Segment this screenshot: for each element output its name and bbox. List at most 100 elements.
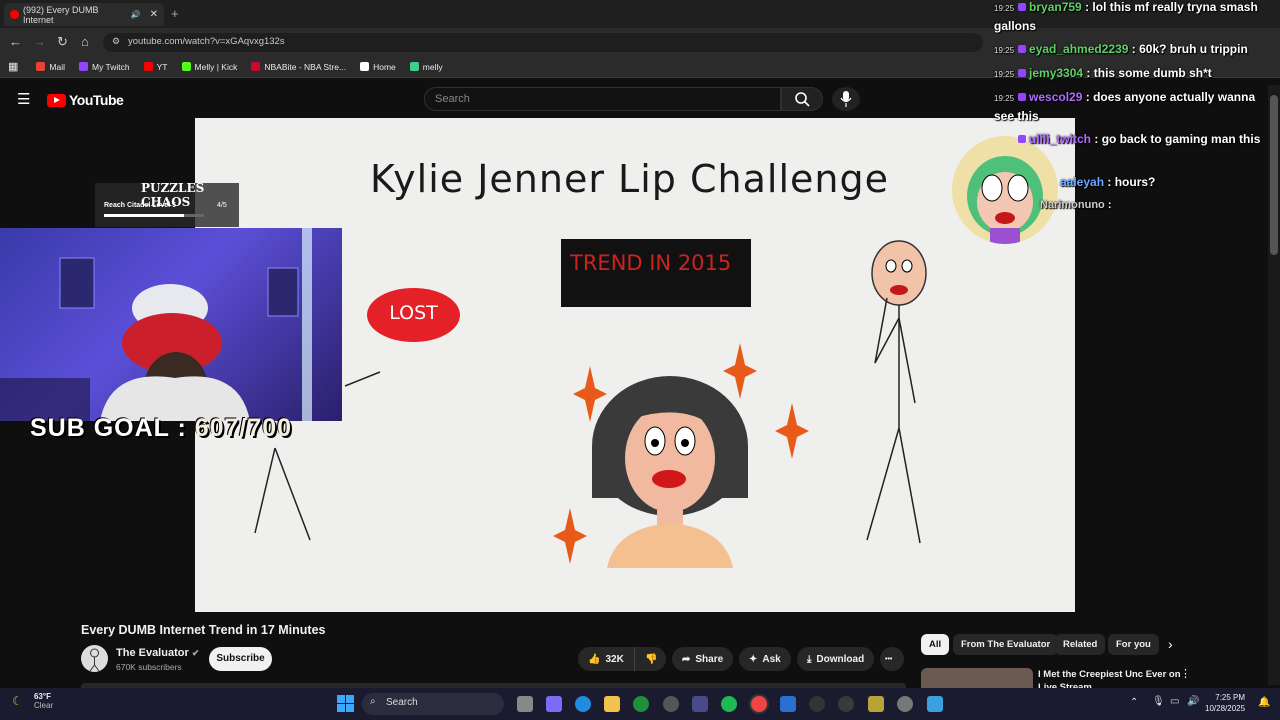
chat-text: : does anyone actually wanna [1085, 90, 1256, 104]
ask-button[interactable]: ✦ Ask [739, 647, 791, 671]
kick-icon [181, 62, 191, 71]
volume-icon[interactable]: 🔊 [1187, 696, 1199, 707]
subscribe-button[interactable]: Subscribe [209, 647, 272, 671]
dislike-button[interactable]: 👎 [634, 647, 666, 671]
bookmark-kick[interactable]: Melly | Kick [181, 61, 238, 72]
chip-from-channel[interactable]: From The Evaluator [953, 634, 1059, 655]
chevron-right-icon[interactable]: › [1168, 636, 1173, 652]
reload-icon[interactable]: ↻ [57, 34, 68, 50]
store-icon[interactable] [692, 696, 708, 712]
badge-icon [1018, 45, 1027, 53]
video-title: Every DUMB Internet Trend in 17 Minutes [81, 623, 326, 637]
xbox-icon[interactable] [633, 696, 649, 712]
search-input[interactable]: Search [424, 87, 781, 111]
x-icon [360, 62, 370, 71]
channel-name[interactable]: The Evaluator ✔ [116, 647, 199, 659]
chip-all[interactable]: All [921, 634, 950, 655]
chat-message: 19:25 eyad_ahmed2239 : 60k? bruh u trippi… [994, 42, 1248, 56]
bookmark-my-twitch[interactable]: My Twitch [79, 62, 130, 72]
puzzle-widget: PUZZLES CHAOS Reach Citadel Level 5 4/5 [95, 181, 239, 227]
windows-logo-pane [337, 695, 345, 703]
app-icon[interactable] [927, 696, 943, 712]
bookmark-label: Melly | Kick [194, 61, 238, 72]
forward-icon[interactable]: → [33, 34, 46, 49]
chrome-icon[interactable] [751, 696, 767, 712]
bookmark-nbabite[interactable]: NBABite - NBA Stre... [251, 62, 346, 72]
emote-sticker [952, 136, 1058, 244]
spotify-icon[interactable] [721, 696, 737, 712]
notification-icon[interactable]: 🔔 [1258, 697, 1270, 708]
back-icon[interactable]: ← [9, 34, 22, 49]
like-button[interactable]: 👍 32K [578, 647, 634, 671]
obs-icon[interactable] [809, 696, 825, 712]
audio-icon[interactable]: 🔊 [131, 10, 141, 19]
chat-user: ulili_twitch [1029, 132, 1092, 146]
edge-icon[interactable] [575, 696, 591, 712]
site-info-icon[interactable]: ⚙ [112, 36, 120, 47]
chat-message-continued: gallons [994, 19, 1036, 33]
badge-icon [1018, 93, 1027, 101]
tray-chevron-icon[interactable]: ⌃ [1130, 697, 1138, 708]
copilot-icon[interactable] [546, 696, 562, 712]
home-icon[interactable]: ⌂ [81, 34, 89, 49]
network-icon[interactable]: ▭ [1170, 696, 1179, 707]
scrollbar-thumb[interactable] [1270, 95, 1278, 255]
chat-time: 19:25 [994, 4, 1015, 13]
sticker-face-image [967, 156, 1043, 244]
weather-moon-icon: ☾ [12, 694, 23, 708]
chip-for-you[interactable]: For you [1108, 634, 1159, 655]
voice-search-button[interactable] [832, 87, 860, 111]
download-label: Download [816, 653, 865, 665]
chat-message: aaleyah : hours? [1060, 175, 1155, 189]
chip-related[interactable]: Related [1055, 634, 1106, 655]
bookmark-melly[interactable]: melly [409, 62, 443, 72]
share-icon: ➦ [682, 653, 691, 665]
bookmark-yt[interactable]: YT [143, 61, 168, 72]
recommended-thumbnail[interactable] [921, 668, 1033, 688]
chat-text: : lol this mf really tryna smash [1085, 0, 1258, 14]
url-field[interactable]: ⚙ youtube.com/watch?v=xGAqvxg132s [103, 33, 983, 52]
tab-close-icon[interactable]: ✕ [150, 9, 158, 20]
more-actions-button[interactable]: ••• [880, 647, 904, 671]
share-button[interactable]: ➦ Share [672, 647, 734, 671]
photos-icon[interactable] [780, 696, 796, 712]
download-button[interactable]: ⤓ Download [797, 647, 875, 671]
youtube-logo[interactable]: YouTube [47, 92, 124, 108]
search-button[interactable] [781, 87, 823, 111]
bookmark-mail[interactable]: Mail [36, 62, 65, 72]
chat-time: 19:25 [994, 70, 1015, 79]
app-icon[interactable] [868, 696, 884, 712]
download-icon: ⤓ [807, 653, 812, 665]
recommended-menu-icon[interactable]: ⋮ [1180, 667, 1191, 680]
bookmark-home[interactable]: Home [360, 62, 396, 72]
taskbar-clock[interactable]: 7:25 PM 10/28/2025 [1205, 692, 1245, 714]
windows-logo-pane [337, 704, 345, 712]
steam-icon[interactable] [663, 696, 679, 712]
chat-message: 19:25 wescol29 : does anyone actually wan… [994, 90, 1255, 104]
melly-icon [409, 62, 419, 71]
file-explorer-icon[interactable] [604, 696, 620, 712]
hamburger-menu-icon[interactable]: ☰ [17, 90, 30, 108]
chat-text: see this [994, 109, 1039, 123]
webcam-image [0, 228, 312, 421]
page-scrollbar[interactable] [1268, 85, 1280, 685]
app-icon[interactable] [838, 696, 854, 712]
task-view-icon[interactable] [517, 696, 533, 712]
chat-time: 19:25 [994, 46, 1015, 55]
new-tab-button[interactable]: + [171, 6, 179, 21]
channel-avatar[interactable] [81, 645, 108, 672]
microphone-tray-icon[interactable]: 🎙 [1152, 696, 1165, 707]
thumbs-down-icon: 👎 [645, 653, 658, 665]
chat-message: 19:25 bryan759 : lol this mf really tryna… [994, 0, 1258, 14]
weather-widget[interactable]: ☾ 63°F Clear [12, 692, 53, 710]
puzzle-progress-text: 4/5 [217, 202, 227, 209]
slide-title: Kylie Jenner Lip Challenge [370, 157, 889, 201]
chat-text: : hours? [1107, 175, 1156, 189]
start-button[interactable] [337, 695, 354, 712]
taskbar-search[interactable]: ⌕ Search [362, 693, 504, 715]
browser-tab[interactable]: (992) Every DUMB Internet 🔊 ✕ [4, 3, 164, 26]
settings-icon[interactable] [897, 696, 913, 712]
chat-user: Narimonuno [1040, 199, 1105, 211]
apps-grid-icon[interactable]: ▦ [8, 60, 18, 73]
bookmark-label: YT [156, 61, 168, 72]
